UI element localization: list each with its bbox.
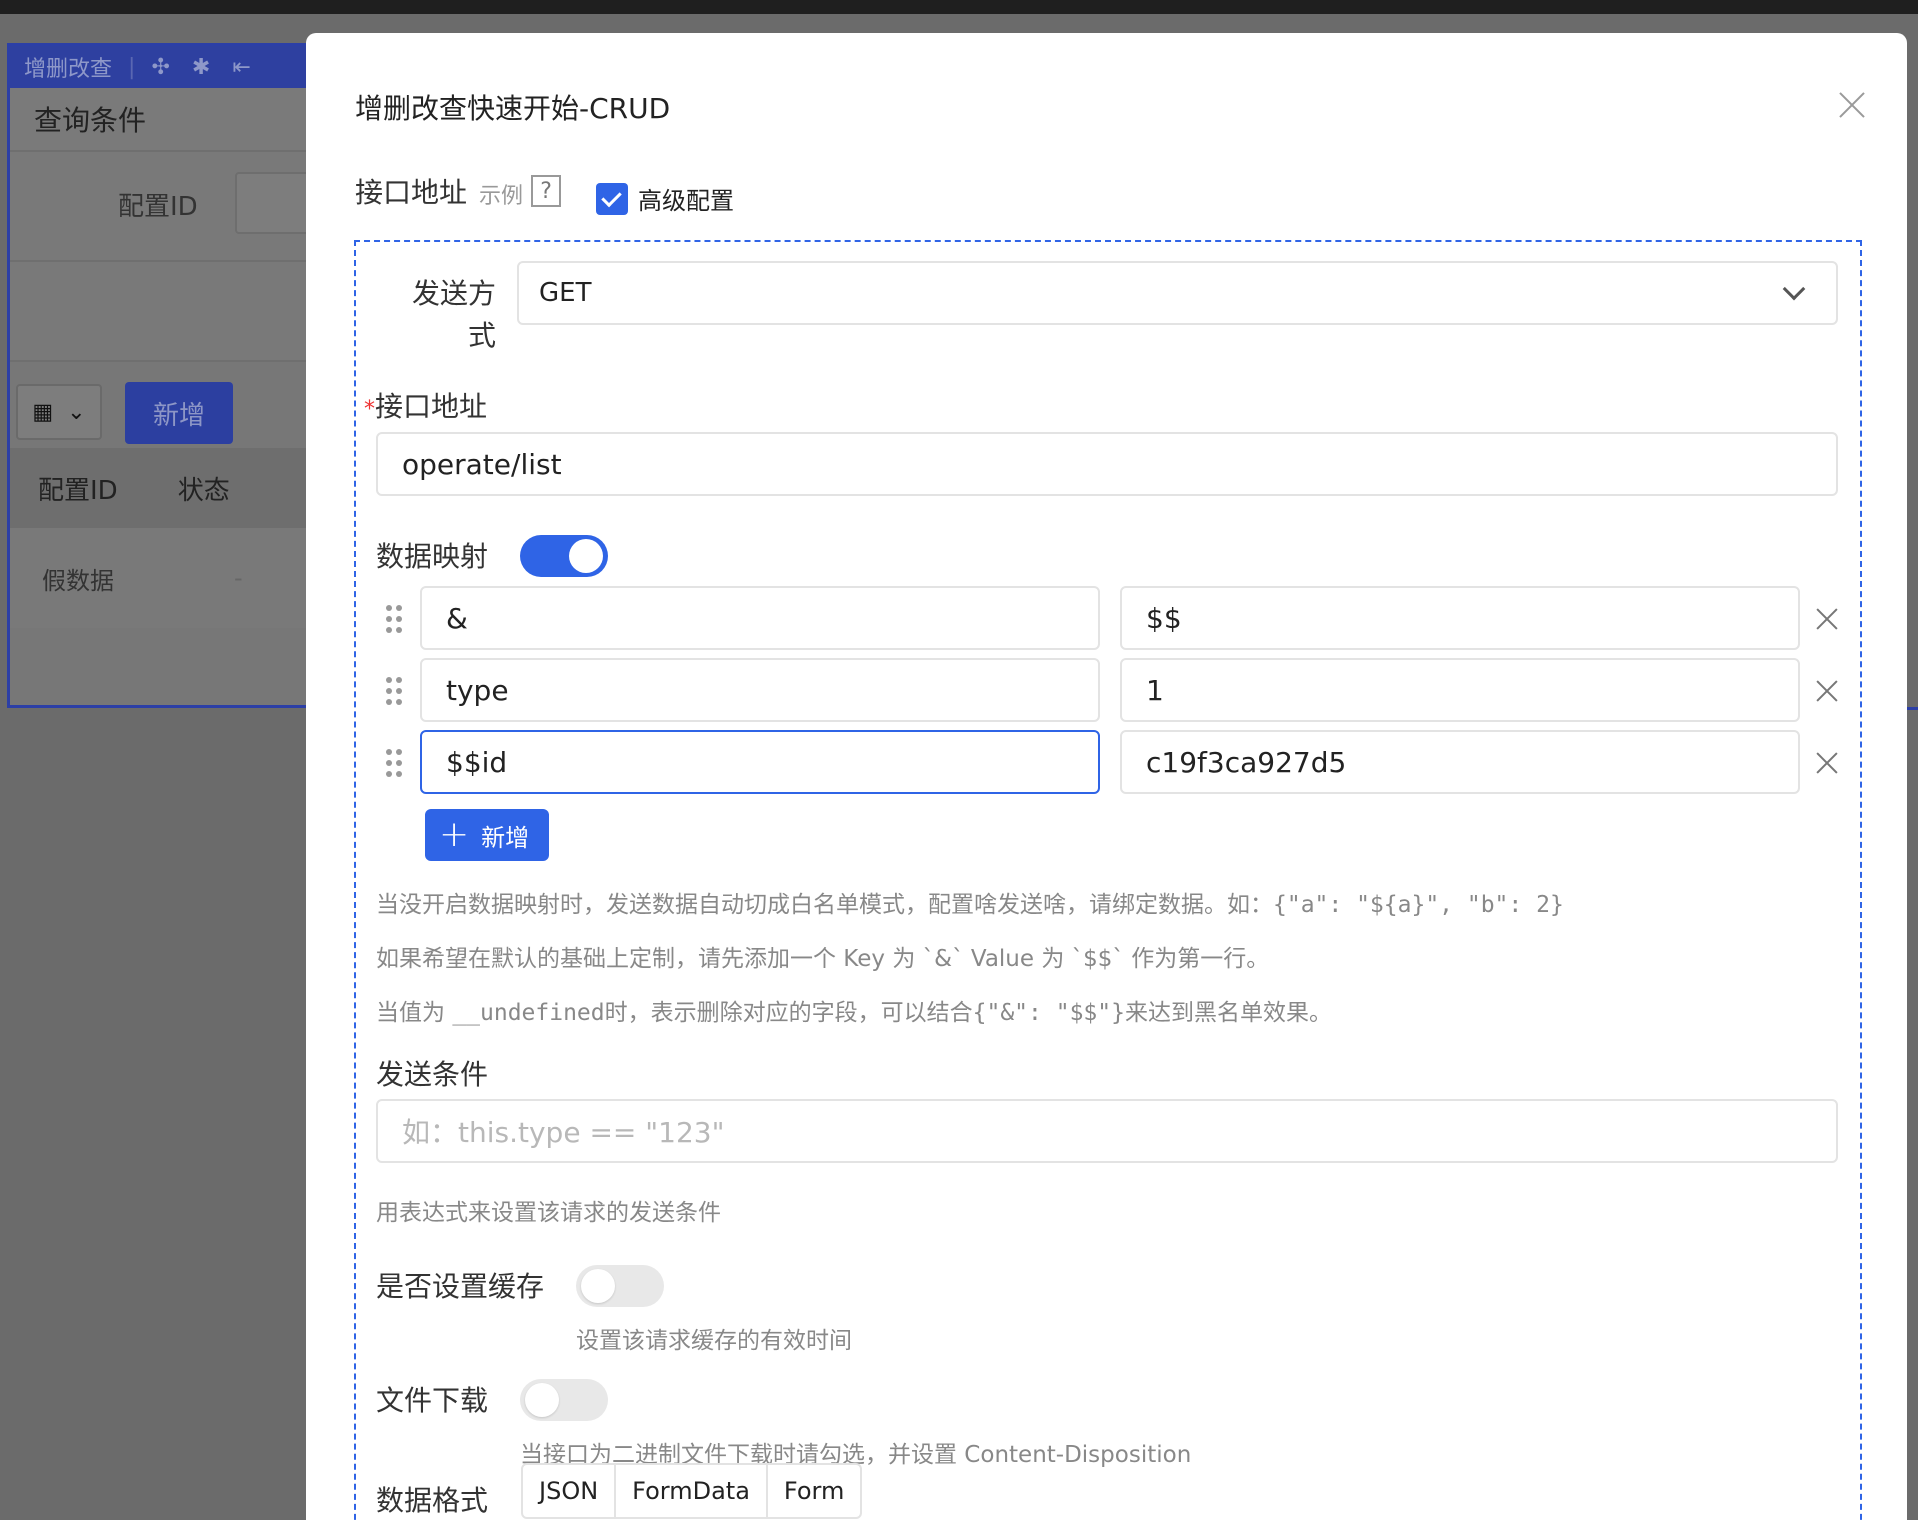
drag-handle-icon[interactable] xyxy=(386,605,402,635)
cache-toggle[interactable] xyxy=(576,1265,664,1307)
plus-icon: + xyxy=(439,814,470,855)
add-mapping-button[interactable]: + 新增 xyxy=(425,809,549,861)
bg-spacer xyxy=(10,262,306,362)
hint-text: 时，表示删除对应的字段，可以结合 xyxy=(604,1000,973,1026)
required-mark: * xyxy=(364,397,375,422)
bg-col-header: 状态 xyxy=(177,475,230,506)
top-bar xyxy=(0,0,1918,14)
api-label-row: 接口地址 示例 ? xyxy=(355,171,562,211)
mapping-hint-2: 如果希望在默认的基础上定制，请先添加一个 Key 为 `&` Value 为 `… xyxy=(376,946,1270,972)
method-select[interactable]: GET xyxy=(517,261,1838,325)
example-link[interactable]: 示例 xyxy=(479,178,523,210)
bg-table-header: 配置ID 状态 xyxy=(10,448,306,528)
hint-text: 当值为 xyxy=(376,1000,453,1026)
checkbox-checked-icon[interactable] xyxy=(596,182,628,215)
mapping-label: 数据映射 xyxy=(376,540,489,573)
bg-field-row: 配置ID xyxy=(10,152,306,262)
format-option-form[interactable]: Form xyxy=(768,1465,860,1517)
chevron-down-icon xyxy=(1782,277,1806,301)
grid-icon: ▦ xyxy=(32,399,54,425)
remove-row-icon[interactable] xyxy=(1815,751,1839,775)
bg-field-input xyxy=(235,172,306,234)
method-value: GET xyxy=(539,278,592,308)
bg-table-row: 假数据 - xyxy=(10,528,306,628)
api-label: 接口地址 xyxy=(355,176,468,209)
crud-modal: 增删改查快速开始-CRUD 接口地址 示例 ? 高级配置 发送方式 GET *接… xyxy=(306,33,1907,1520)
mapping-key-input[interactable]: type xyxy=(420,658,1100,722)
mapping-value-input[interactable]: c19f3ca927d5 xyxy=(1120,730,1800,794)
toggle-knob xyxy=(569,539,603,573)
hint-code: {"&": "$$"} xyxy=(972,1000,1125,1026)
mapping-value-input[interactable]: 1 xyxy=(1120,658,1800,722)
bg-col-header: 配置ID xyxy=(38,475,118,506)
cache-hint: 设置该请求缓存的有效时间 xyxy=(576,1328,852,1354)
hint-text: 当没开启数据映射时，发送数据自动切成白名单模式，配置啥发送啥，请绑定数据。如： xyxy=(376,892,1273,918)
url-label-wrap: *接口地址 xyxy=(364,385,487,425)
modal-title: 增删改查快速开始-CRUD xyxy=(355,92,671,125)
bg-header-title: 增删改查 xyxy=(24,57,113,82)
download-toggle[interactable] xyxy=(520,1379,608,1421)
condition-label: 发送条件 xyxy=(376,1058,489,1091)
background-page: 增删改查 | ✣ ✱ ⇤ 查询条件 配置ID ▦ ⌄ 新增 配置ID 状态 假数… xyxy=(7,43,309,708)
cache-label: 是否设置缓存 xyxy=(376,1270,545,1303)
bg-columns-button: ▦ ⌄ xyxy=(16,384,102,440)
close-icon[interactable] xyxy=(1834,88,1870,124)
collapse-icon: ⇤ xyxy=(232,54,251,80)
add-mapping-label: 新增 xyxy=(481,823,530,852)
bg-header: 增删改查 | ✣ ✱ ⇤ xyxy=(10,46,306,88)
remove-row-icon[interactable] xyxy=(1815,679,1839,703)
remove-row-icon[interactable] xyxy=(1815,607,1839,631)
mapping-toggle[interactable] xyxy=(520,535,608,577)
bg-table-cell: 假数据 xyxy=(42,566,114,595)
format-option-json[interactable]: JSON xyxy=(523,1465,617,1517)
method-label: 发送方式 xyxy=(411,277,496,352)
format-segmented: JSON FormData Form xyxy=(521,1463,863,1519)
hint-code: __undefined xyxy=(452,1000,605,1026)
chevron-down-icon: ⌄ xyxy=(67,399,86,425)
url-input[interactable]: operate/list xyxy=(376,432,1838,496)
toggle-knob xyxy=(525,1383,559,1417)
bg-table-cell: - xyxy=(234,564,243,592)
condition-hint: 用表达式来设置该请求的发送条件 xyxy=(376,1200,721,1226)
hint-code: {"a": "${a}", "b": 2} xyxy=(1273,892,1564,918)
condition-input[interactable]: 如：this.type == "123" xyxy=(376,1099,1838,1163)
drag-handle-icon[interactable] xyxy=(386,749,402,779)
download-label: 文件下载 xyxy=(376,1384,489,1417)
bg-query-title: 查询条件 xyxy=(10,88,306,152)
toggle-knob xyxy=(581,1269,615,1303)
bg-field-label: 配置ID xyxy=(118,192,198,222)
mapping-hint-3: 当值为 __undefined时，表示删除对应的字段，可以结合{"&": "$$… xyxy=(376,993,1332,1027)
advanced-config-checkbox[interactable]: 高级配置 xyxy=(596,181,734,216)
bug-icon: ✱ xyxy=(191,54,211,80)
format-label: 数据格式 xyxy=(376,1484,489,1517)
mapping-key-input[interactable]: & xyxy=(420,586,1100,650)
hint-text: 来达到黑名单效果。 xyxy=(1124,1000,1332,1026)
drag-handle-icon[interactable] xyxy=(386,677,402,707)
bg-toolbar: ▦ ⌄ 新增 xyxy=(10,362,306,448)
format-option-formdata[interactable]: FormData xyxy=(616,1465,768,1517)
separator: | xyxy=(128,54,136,80)
mapping-hint-1: 当没开启数据映射时，发送数据自动切成白名单模式，配置啥发送啥，请绑定数据。如：{… xyxy=(376,885,1564,919)
mapping-value-input[interactable]: $$ xyxy=(1120,586,1800,650)
help-icon[interactable]: ? xyxy=(531,175,562,207)
mapping-key-input[interactable]: $$id xyxy=(420,730,1100,794)
advanced-config-label: 高级配置 xyxy=(638,187,734,215)
move-icon: ✣ xyxy=(151,54,170,80)
url-label: 接口地址 xyxy=(375,390,488,423)
bg-add-button: 新增 xyxy=(125,382,233,444)
